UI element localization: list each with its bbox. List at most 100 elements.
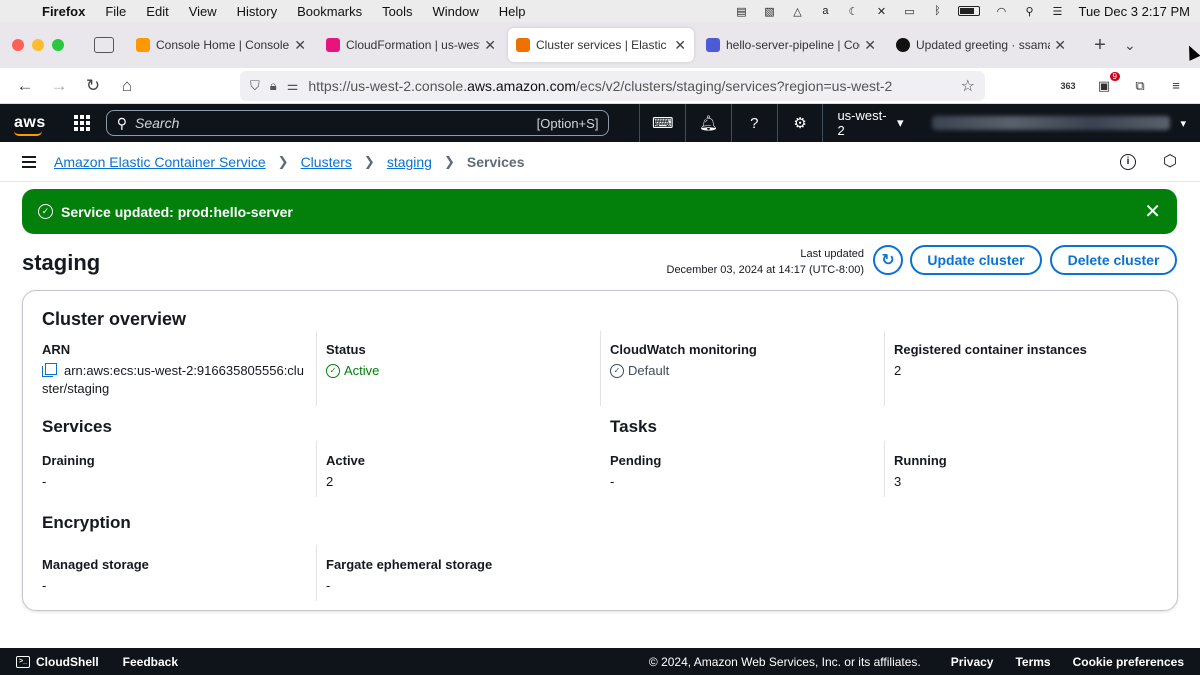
url-bar[interactable]: ⛉ 🔒︎ ⚌ https://us-west-2.console.aws.ama… [240,70,985,101]
menubar-datetime[interactable]: Tue Dec 3 2:17 PM [1078,4,1190,19]
reload-button[interactable]: ↻ [82,75,104,97]
url-text[interactable]: https://us-west-2.console.aws.amazon.com… [308,78,960,94]
info-icon[interactable]: i [1120,153,1136,170]
menu-bookmarks[interactable]: Bookmarks [297,4,362,19]
menu-file[interactable]: File [105,4,126,19]
settings-gear-icon[interactable]: ⚙ [776,104,823,142]
dismiss-flash-close-icon[interactable]: ✕ [1144,199,1161,224]
bookmark-star-icon[interactable]: ☆ [961,76,975,96]
tab-label: Console Home | Console Ho [156,38,290,52]
running-value: 3 [894,474,902,489]
breadcrumb-ecs[interactable]: Amazon Elastic Container Service [54,154,266,170]
menu-view[interactable]: View [189,4,217,19]
arn-label: ARN [42,342,71,357]
tab-label: Cluster services | Elastic C [536,38,671,52]
copy-icon[interactable] [42,363,57,377]
breadcrumb-chevron-icon: ❯ [363,153,375,169]
browser-tab-codepipeline[interactable]: hello-server-pipeline | Cod ✕ [698,28,884,62]
cloudshell-link[interactable]: CloudShell [36,655,99,669]
notifications-bell-icon[interactable]: 🔔︎ [685,104,731,142]
stats-icon[interactable]: ▤ [734,5,748,18]
arn-value-wrap: arn:aws:ecs:us-west-2:916635805556:clust… [42,362,310,398]
side-nav-menu-icon[interactable] [22,155,36,168]
privacy-link[interactable]: Privacy [951,655,994,669]
search-icon: ⚲ [116,114,128,131]
battery-icon[interactable] [958,6,981,16]
page-settings-icon[interactable]: ⚌ [287,78,299,94]
cloudshell-icon[interactable]: >_ [16,655,30,668]
delete-cluster-button[interactable]: Delete cluster [1050,245,1177,275]
tab-label: CloudFormation | us-west-2 [346,38,481,52]
menu-edit[interactable]: Edit [146,4,168,19]
settings-hex-icon[interactable]: ⬡ [1162,153,1178,170]
instances-field: Registered container instances 2 [894,342,1164,380]
menu-tools[interactable]: Tools [382,4,412,19]
control-center-icon[interactable]: ☰ [1050,5,1064,18]
moon-icon[interactable]: ☾ [846,5,860,18]
cloudwatch-value: Default [628,363,670,378]
wifi-icon[interactable]: ◠ [994,5,1008,18]
account-menu-blurred[interactable] [931,116,1171,130]
feedback-link[interactable]: Feedback [123,655,178,669]
extensions-puzzle-icon[interactable]: ⧉ [1130,77,1150,95]
refresh-button[interactable]: ↻ [873,245,903,275]
amazon-icon[interactable]: a [818,5,832,17]
browser-tab-console-home[interactable]: Console Home | Console Ho ✕ [128,28,314,62]
display-icon[interactable]: ▭ [902,5,916,18]
region-selector[interactable]: us-west-2 ▾ [822,104,917,142]
cloudshell-icon[interactable]: ⌨ [639,104,685,142]
menu-app-name[interactable]: Firefox [42,4,85,19]
new-tab-button[interactable]: + [1088,34,1112,57]
draining-value: - [42,474,47,489]
breadcrumb-clusters[interactable]: Clusters [301,154,352,170]
services-grid-icon[interactable] [73,115,90,131]
arn-value[interactable]: arn:aws:ecs:us-west-2:916635805556:clust… [42,363,304,396]
url-prefix: https://us-west-2.console. [308,77,468,94]
app-menu-icon[interactable]: ≡ [1166,77,1186,95]
help-icon[interactable]: ? [730,104,777,142]
forward-button[interactable]: → [48,75,70,97]
close-tab-icon[interactable]: ✕ [864,37,876,54]
cookie-preferences-link[interactable]: Cookie preferences [1073,655,1184,669]
close-tab-icon[interactable]: ✕ [674,37,686,54]
fargate-storage-label: Fargate ephemeral storage [326,557,493,572]
extension-icon[interactable]: 363 [1058,77,1078,95]
triangle-icon[interactable]: △ [790,5,804,18]
aws-search-input[interactable]: ⚲ Search [Option+S] [105,110,610,136]
browser-tab-cluster-services[interactable]: Cluster services | Elastic C ✕ [508,28,694,62]
tab-list-chevron-icon[interactable]: ⌄ [1124,37,1136,54]
page-title: staging [22,250,101,275]
close-tab-icon[interactable]: ✕ [1054,37,1066,54]
lock-icon[interactable]: 🔒︎ [270,78,277,94]
chevron-down-icon[interactable]: ▾ [1180,117,1186,130]
minimize-window-button[interactable] [32,39,44,51]
spotlight-icon[interactable]: ⚲ [1022,5,1036,18]
close-tab-icon[interactable]: ✕ [294,37,306,54]
update-cluster-button[interactable]: Update cluster [910,245,1042,275]
menu-window[interactable]: Window [433,4,479,19]
home-button[interactable]: ⌂ [116,75,138,97]
status-field: Status ✓ Active [326,342,596,380]
gift-extension-icon[interactable]: ▣ 9 [1094,71,1120,95]
tab-tray-icon[interactable] [94,37,114,53]
aws-logo[interactable]: aws [14,114,46,136]
back-button[interactable]: ← [14,75,36,97]
divider [316,545,317,601]
browser-tab-cloudformation[interactable]: CloudFormation | us-west-2 ✕ [318,28,504,62]
shield-icon[interactable]: ⛉ [250,78,260,94]
close-tab-icon[interactable]: ✕ [484,37,496,54]
bluetooth-icon[interactable]: ᛒ [930,5,944,17]
menu-history[interactable]: History [237,4,277,19]
cloudwatch-value-wrap: ✓ Default [610,362,880,380]
terms-link[interactable]: Terms [1015,655,1050,669]
breadcrumb-staging[interactable]: staging [387,154,432,170]
mute-icon[interactable]: ✕ [874,5,888,18]
status-value-wrap: ✓ Active [326,362,596,380]
close-window-button[interactable] [12,39,24,51]
zoom-window-button[interactable] [52,39,64,51]
document-icon[interactable]: ▧ [762,5,776,18]
status-label: Status [326,342,366,357]
menu-help[interactable]: Help [499,4,526,19]
browser-tab-github[interactable]: Updated greeting · ssamala ✕ [888,28,1074,62]
fargate-storage-field: Fargate ephemeral storage - [326,557,596,595]
